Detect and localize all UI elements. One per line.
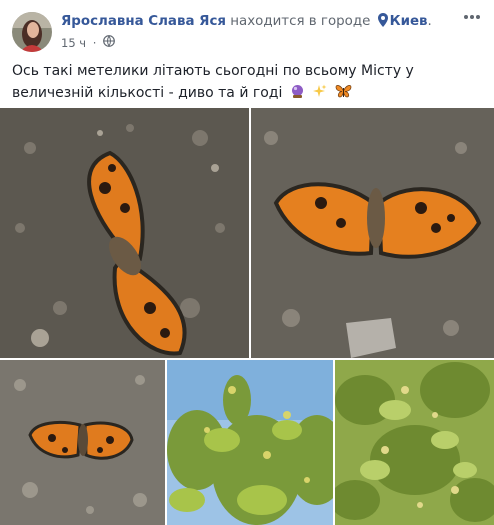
- city-link[interactable]: Киев: [390, 14, 428, 29]
- more-options-icon[interactable]: [462, 12, 482, 28]
- meta-dot: ·: [92, 35, 97, 50]
- post-meta: 15 ч ·: [61, 35, 115, 50]
- action-text: находится в городе: [230, 14, 371, 29]
- post-text: Ось такі метелики літають сьогодні по вс…: [12, 60, 482, 104]
- post-header: Ярославна Слава Яся находится в городе К…: [0, 0, 494, 58]
- author-name[interactable]: Ярославна Слава Яся: [61, 14, 226, 29]
- photo-butterfly-3[interactable]: [0, 360, 165, 525]
- crystal-ball-emoji: [290, 84, 305, 99]
- period: .: [427, 14, 432, 29]
- globe-icon[interactable]: [103, 35, 115, 50]
- photo-tree-leaves[interactable]: [335, 360, 494, 525]
- sparkles-emoji: [312, 84, 327, 99]
- photo-tree-sky[interactable]: [167, 360, 333, 525]
- butterfly-emoji: [335, 84, 352, 99]
- photo-butterfly-1[interactable]: [0, 108, 249, 358]
- author-line: Ярославна Слава Яся находится в городе К…: [61, 13, 432, 31]
- map-pin-icon: [377, 13, 388, 31]
- photo-butterfly-2[interactable]: [251, 108, 494, 358]
- post-message: Ось такі метелики літають сьогодні по вс…: [12, 63, 414, 101]
- photo-grid: [0, 108, 494, 525]
- avatar[interactable]: [12, 12, 52, 52]
- post-time[interactable]: 15 ч: [61, 36, 86, 50]
